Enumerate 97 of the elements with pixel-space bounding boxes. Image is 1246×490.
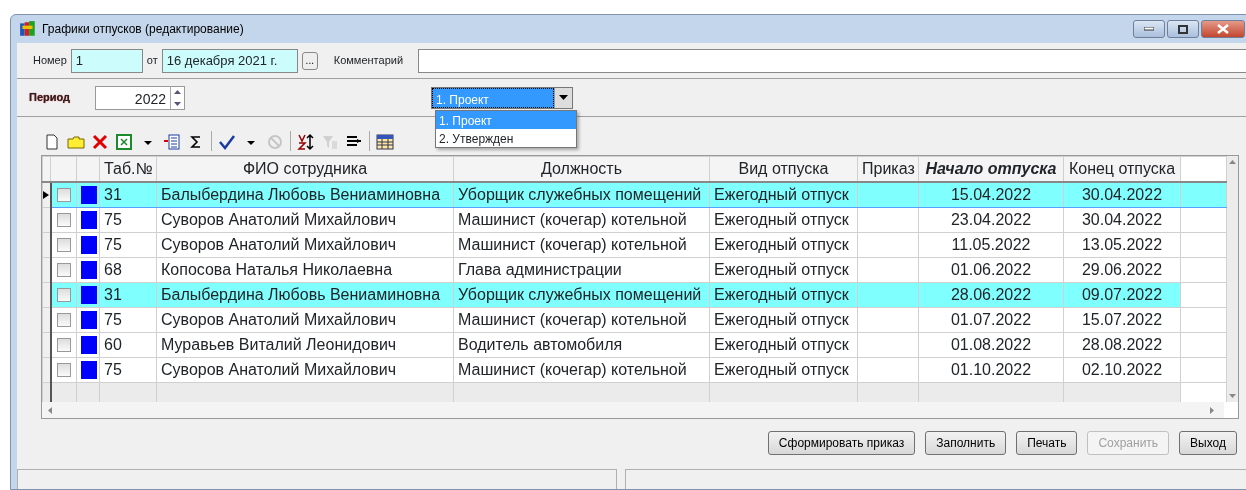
comment-field[interactable] <box>417 48 1246 73</box>
table-cell: Суворов Анатолий Михайлович <box>156 232 454 258</box>
table-cell: Уборщик служебных помещений <box>453 282 710 308</box>
close-icon <box>1217 24 1229 34</box>
table-cell: Ежегодный отпуск <box>709 182 858 208</box>
column-header[interactable]: Таб.№ <box>99 156 157 182</box>
number-field[interactable]: 1 <box>70 48 143 73</box>
table-cell: 01.08.2022 <box>918 332 1064 358</box>
table-cell: Суворов Анатолий Михайлович <box>156 357 454 383</box>
dropdown-option[interactable]: 2. Утвержден <box>436 129 576 147</box>
horizontal-scrollbar[interactable] <box>42 402 1224 418</box>
table-cell: 01.07.2022 <box>918 307 1064 333</box>
date-field[interactable]: 16 декабря 2021 г. <box>161 48 298 73</box>
table-cell: Ежегодный отпуск <box>709 282 858 308</box>
table-cell: Машинист (кочегар) котельной <box>453 207 710 233</box>
table-cell: Ежегодный отпуск <box>709 307 858 333</box>
table-cell: Суворов Анатолий Михайлович <box>156 307 454 333</box>
table-cell: Глава администрации <box>453 257 710 283</box>
row-checkbox[interactable] <box>56 263 71 277</box>
column-header[interactable]: ФИО сотрудника <box>156 156 454 182</box>
date-label: от <box>146 53 158 69</box>
check-icon[interactable] <box>218 133 236 151</box>
table-cell: 01.10.2022 <box>918 357 1064 383</box>
folder-icon[interactable] <box>67 133 85 151</box>
table-cell: 15.07.2022 <box>1063 307 1181 333</box>
table-cell: 68 <box>99 257 157 283</box>
scroll-down-arrow-icon[interactable] <box>1229 394 1236 398</box>
table-cell: Машинист (кочегар) котельной <box>453 307 710 333</box>
date-picker-button[interactable]: ... <box>301 51 318 70</box>
app-icon <box>19 20 37 38</box>
action-button[interactable]: Заполнить <box>925 431 1007 455</box>
window-title: Графики отпусков (редактирование) <box>42 21 244 38</box>
table-cell: 75 <box>99 307 157 333</box>
table-cell: Копосова Наталья Николаевна <box>156 257 454 283</box>
table-cell: 75 <box>99 357 157 383</box>
table-cell: 01.06.2022 <box>918 257 1064 283</box>
table-cell: 75 <box>99 232 157 258</box>
table-cell: 60 <box>99 332 157 358</box>
table-cell: Ежегодный отпуск <box>709 332 858 358</box>
row-checkbox[interactable] <box>56 338 71 352</box>
table-cell: Ежегодный отпуск <box>709 257 858 283</box>
column-header[interactable]: Начало отпуска <box>918 156 1064 182</box>
table-cell: 30.04.2022 <box>1063 207 1181 233</box>
action-button[interactable]: Выход <box>1179 431 1237 455</box>
table-cell: Ежегодный отпуск <box>709 357 858 383</box>
scroll-up-arrow-icon[interactable] <box>1229 160 1236 164</box>
minimize-icon <box>1144 27 1154 31</box>
table-cell: 29.06.2022 <box>1063 257 1181 283</box>
table-cell: Ежегодный отпуск <box>709 232 858 258</box>
column-header[interactable]: Конец отпуска <box>1063 156 1181 182</box>
close-button[interactable] <box>1201 20 1245 38</box>
year-spinner[interactable]: 2022 <box>95 85 185 110</box>
row-checkbox[interactable] <box>56 213 71 227</box>
maximize-icon <box>1178 24 1188 34</box>
table-cell: 13.05.2022 <box>1063 232 1181 258</box>
row-checkbox[interactable] <box>56 188 71 202</box>
table-cell: Балыбердина Любовь Вениаминовна <box>156 282 454 308</box>
table-cell: Муравьев Виталий Леонидович <box>156 332 454 358</box>
table-cell: Ежегодный отпуск <box>709 207 858 233</box>
scroll-left-arrow-icon[interactable] <box>48 406 52 414</box>
row-checkbox[interactable] <box>56 313 71 327</box>
row-checkbox[interactable] <box>56 363 71 377</box>
table-cell: Суворов Анатолий Михайлович <box>156 207 454 233</box>
spreadsheet-icon[interactable] <box>115 133 133 151</box>
caret-icon <box>559 95 568 100</box>
row-checkbox[interactable] <box>56 238 71 252</box>
table-cell: 02.10.2022 <box>1063 357 1181 383</box>
number-label: Номер <box>33 53 67 69</box>
table-cell: 28.06.2022 <box>918 282 1064 308</box>
table-cell: 23.04.2022 <box>918 207 1064 233</box>
row-checkbox[interactable] <box>56 288 71 302</box>
table-cell: Балыбердина Любовь Вениаминовна <box>156 182 454 208</box>
table-cell: 75 <box>99 207 157 233</box>
vertical-scrollbar[interactable] <box>1227 156 1238 402</box>
table-cell: Водитель автомобиля <box>453 332 710 358</box>
table-cell: Машинист (кочегар) котельной <box>453 232 710 258</box>
scroll-right-arrow-icon[interactable] <box>1210 406 1214 414</box>
table-cell: 28.08.2022 <box>1063 332 1181 358</box>
table-icon[interactable] <box>376 133 394 151</box>
period-label: Период <box>29 90 72 106</box>
sort-icon[interactable] <box>297 133 315 151</box>
table-cell: Уборщик служебных помещений <box>453 182 710 208</box>
column-header[interactable]: Приказ <box>857 156 919 182</box>
table-cell: Машинист (кочегар) котельной <box>453 357 710 383</box>
table-cell: 30.04.2022 <box>1063 182 1181 208</box>
action-button[interactable]: Сформировать приказ <box>767 431 916 455</box>
delete-icon[interactable] <box>91 133 109 151</box>
action-button[interactable]: Печать <box>1016 431 1078 455</box>
maximize-button[interactable] <box>1167 20 1199 38</box>
table-cell: 15.04.2022 <box>918 182 1064 208</box>
column-header[interactable]: Вид отпуска <box>709 156 858 182</box>
list-icon[interactable] <box>163 133 181 151</box>
table-cell: 11.05.2022 <box>918 232 1064 258</box>
comment-label: Комментарий <box>333 53 405 69</box>
table-cell: 09.07.2022 <box>1063 282 1181 308</box>
column-header[interactable]: Должность <box>453 156 710 182</box>
new-document-icon[interactable] <box>43 133 61 151</box>
